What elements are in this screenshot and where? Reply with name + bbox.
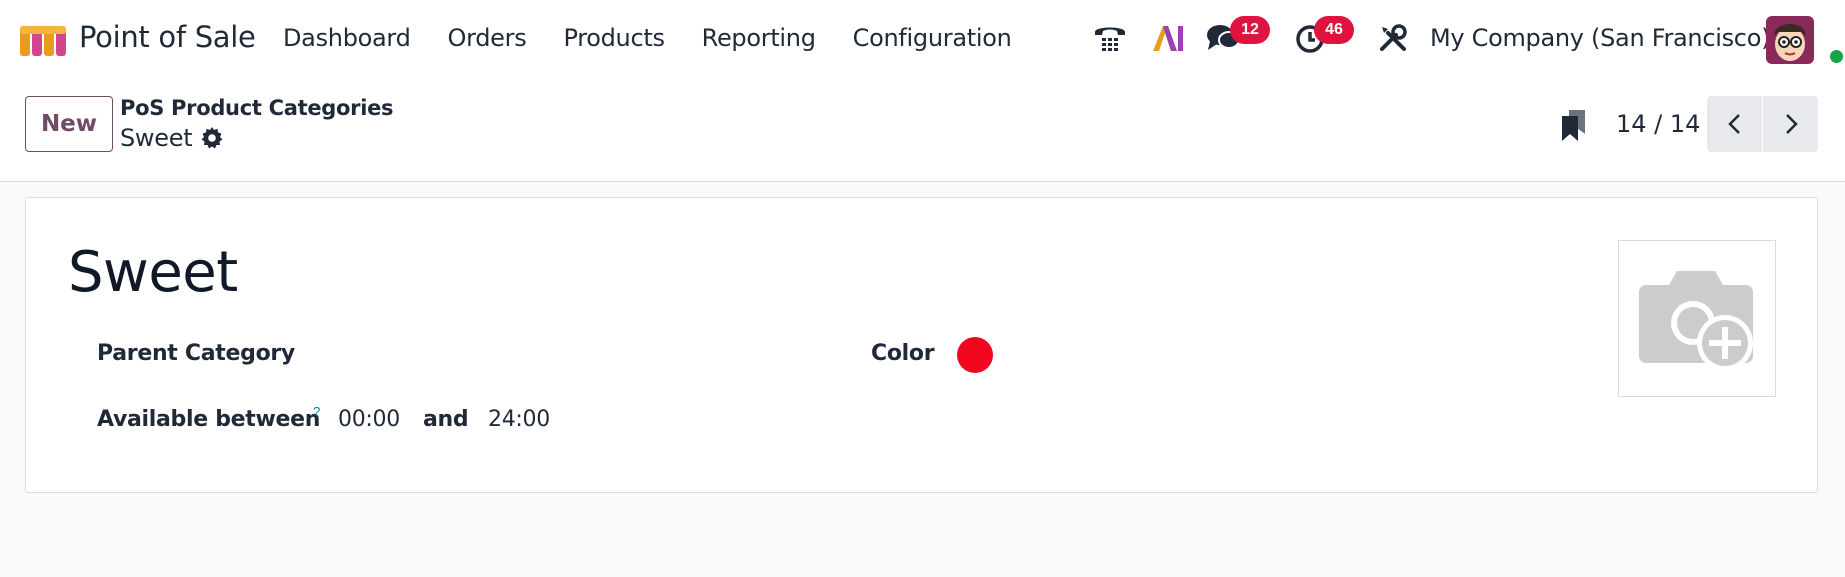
menu-products[interactable]: Products (563, 24, 665, 52)
company-switcher[interactable]: My Company (San Francisco) (1430, 24, 1770, 52)
color-label: Color (871, 341, 935, 366)
control-panel: New PoS Product Categories Sweet 14 / 14 (0, 80, 1845, 182)
chevron-left-icon (1727, 114, 1740, 134)
phone-icon[interactable] (1092, 20, 1128, 56)
bookmark-icon[interactable] (1559, 108, 1589, 142)
menu-reporting[interactable]: Reporting (702, 24, 816, 52)
menu-orders[interactable]: Orders (448, 24, 527, 52)
gear-icon[interactable] (200, 126, 224, 150)
pager-previous-button[interactable] (1707, 96, 1762, 152)
image-upload-field[interactable] (1618, 240, 1776, 397)
activities-badge: 46 (1314, 16, 1354, 44)
pager-value[interactable]: 14 / 14 (1616, 110, 1700, 138)
tools-icon[interactable] (1375, 20, 1411, 56)
available-between-label: Available between (97, 407, 321, 432)
app-logo[interactable] (20, 26, 66, 56)
record-name-field[interactable]: Sweet (68, 240, 238, 305)
parent-category-label: Parent Category (97, 341, 295, 366)
online-status-indicator (1828, 48, 1845, 65)
main-menu: Dashboard Orders Products Reporting Conf… (283, 24, 1049, 52)
pager-next-button[interactable] (1763, 96, 1818, 152)
breadcrumb-parent[interactable]: PoS Product Categories (120, 96, 394, 120)
form-sheet: Sweet Parent Category Color Available be… (25, 197, 1818, 493)
top-navbar: Point of Sale Dashboard Orders Products … (0, 0, 1845, 80)
menu-dashboard[interactable]: Dashboard (283, 24, 411, 52)
and-label: and (423, 407, 469, 432)
help-tooltip-icon[interactable]: ? (313, 404, 320, 419)
avatar[interactable] (1766, 16, 1814, 64)
camera-add-icon (1639, 270, 1753, 371)
available-to-field[interactable]: 24:00 (488, 407, 550, 432)
menu-configuration[interactable]: Configuration (853, 24, 1012, 52)
available-from-field[interactable]: 00:00 (338, 407, 400, 432)
color-picker[interactable] (957, 337, 993, 373)
messages-badge: 12 (1230, 16, 1270, 44)
breadcrumb-current: Sweet (120, 124, 193, 152)
parent-category-field[interactable] (356, 341, 836, 371)
chevron-right-icon (1785, 114, 1798, 134)
app-name[interactable]: Point of Sale (79, 20, 256, 54)
ai-icon[interactable] (1150, 20, 1186, 56)
new-button[interactable]: New (25, 96, 113, 152)
